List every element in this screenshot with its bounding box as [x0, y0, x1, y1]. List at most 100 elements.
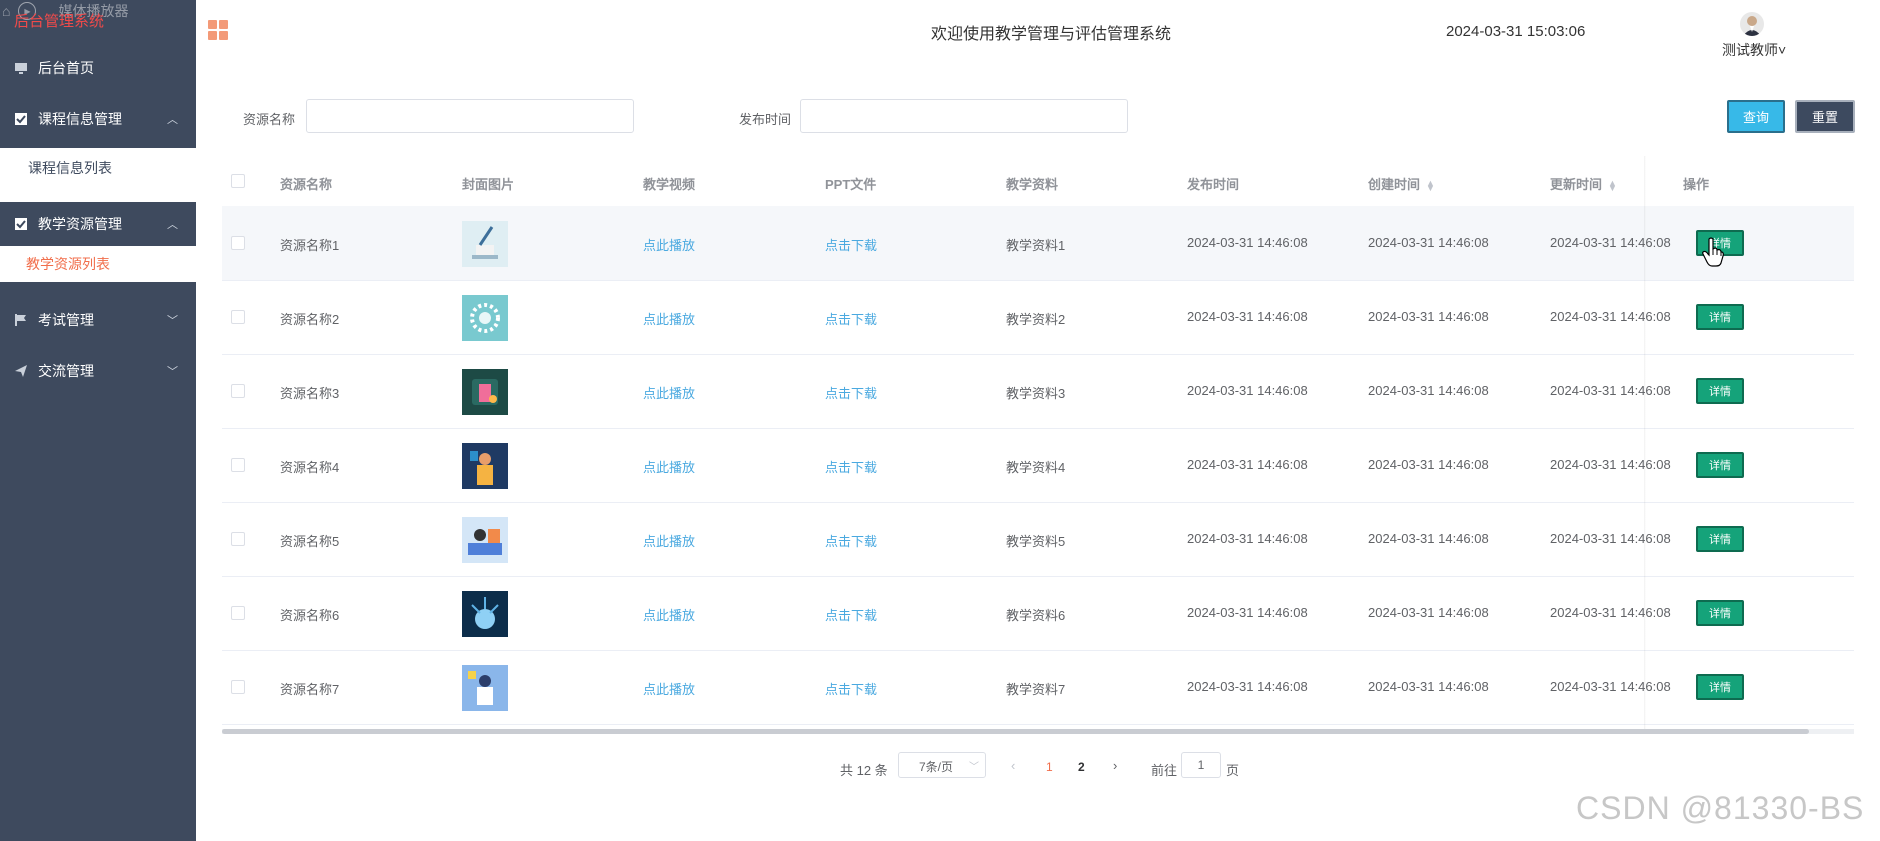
main-content: 欢迎使用教学管理与评估管理系统 2024-03-31 15:03:06 测试教师…	[196, 0, 1880, 841]
page-size-select[interactable]: 7条/页 ﹀	[898, 752, 986, 778]
play-video-link[interactable]: 点此播放	[643, 457, 695, 476]
created-time-cell: 2024-03-31 14:46:08	[1368, 679, 1489, 694]
cover-image-thumbnail[interactable]	[462, 369, 508, 415]
sidebar-item-label: 交流管理	[38, 363, 94, 379]
table-row[interactable]: 资源名称5 点此播放 点击下载 教学资料5 2024-03-31 14:46:08 202…	[222, 502, 1854, 577]
search-bar: 资源名称 发布时间 查询 重置	[196, 97, 1880, 137]
publish-time-cell: 2024-03-31 14:46:08	[1187, 383, 1308, 398]
page-number-2[interactable]: 2	[1078, 760, 1085, 774]
row-checkbox[interactable]	[231, 236, 245, 250]
fixed-column-shadow	[1644, 156, 1646, 731]
created-time-cell: 2024-03-31 14:46:08	[1368, 605, 1489, 620]
goto-page-input[interactable]: 1	[1181, 752, 1221, 778]
welcome-text: 欢迎使用教学管理与评估管理系统	[931, 26, 1172, 43]
download-ppt-link[interactable]: 点击下载	[825, 457, 877, 476]
download-ppt-link[interactable]: 点击下载	[825, 679, 877, 698]
column-header: 发布时间	[1187, 177, 1240, 192]
cover-image-thumbnail[interactable]	[462, 221, 508, 267]
reset-button[interactable]: 重置	[1795, 100, 1855, 133]
sidebar-item-exam-management[interactable]: 考试管理 ﹀	[0, 298, 196, 342]
download-ppt-link[interactable]: 点击下载	[825, 531, 877, 550]
updated-time-cell: 2024-03-31 14:46:08	[1550, 235, 1671, 250]
play-video-link[interactable]: 点此播放	[643, 605, 695, 624]
sidebar-item-resource-list[interactable]: 教学资源列表	[0, 246, 196, 282]
detail-button[interactable]: 详情	[1696, 600, 1744, 626]
table-row[interactable]: 资源名称6 点此播放 点击下载 教学资料6 2024-03-31 14:46:08 202…	[222, 576, 1854, 651]
play-video-link[interactable]: 点此播放	[643, 383, 695, 402]
cover-image-thumbnail[interactable]	[462, 443, 508, 489]
play-video-link[interactable]: 点此播放	[643, 679, 695, 698]
table-row[interactable]: 资源名称2 点此播放 点击下载 教学资料2 2024-03-31 14:46:08 202…	[222, 280, 1854, 355]
play-video-link[interactable]: 点此播放	[643, 531, 695, 550]
updated-time-cell: 2024-03-31 14:46:08	[1550, 457, 1671, 472]
user-menu[interactable]: 测试教师˅	[1722, 40, 1786, 60]
updated-time-cell: 2024-03-31 14:46:08	[1550, 605, 1671, 620]
material-cell: 教学资料3	[1006, 386, 1066, 401]
home-icon[interactable]: ⌂	[2, 3, 10, 19]
send-icon	[15, 365, 27, 377]
column-header: 操作	[1683, 177, 1710, 192]
next-page-icon[interactable]: ›	[1113, 758, 1117, 773]
publish-time-cell: 2024-03-31 14:46:08	[1187, 531, 1308, 546]
row-checkbox[interactable]	[231, 680, 245, 694]
publish-time-cell: 2024-03-31 14:46:08	[1187, 309, 1308, 324]
detail-button[interactable]: 详情	[1696, 452, 1744, 478]
cover-image-thumbnail[interactable]	[462, 517, 508, 563]
prev-page-icon[interactable]: ‹	[1011, 758, 1015, 773]
column-header-sortable[interactable]: 创建时间 ▲ ▼	[1368, 174, 1435, 193]
download-ppt-link[interactable]: 点击下载	[825, 605, 877, 624]
scrollbar-thumb[interactable]	[222, 729, 1809, 734]
material-cell: 教学资料1	[1006, 238, 1066, 253]
cover-image-thumbnail[interactable]	[462, 591, 508, 637]
sidebar-item-communication-management[interactable]: 交流管理 ﹀	[0, 349, 196, 393]
sidebar-item-course-list[interactable]: 课程信息列表	[0, 146, 196, 190]
row-checkbox[interactable]	[231, 532, 245, 546]
detail-button[interactable]: 详情	[1696, 674, 1744, 700]
download-ppt-link[interactable]: 点击下载	[825, 383, 877, 402]
chevron-down-icon: ﹀	[969, 762, 979, 773]
sort-caret-icon[interactable]: ▲ ▼	[1608, 178, 1617, 192]
sidebar-item-course-management[interactable]: 课程信息管理 ︿	[0, 97, 196, 141]
play-video-link[interactable]: 点此播放	[643, 309, 695, 328]
table-row[interactable]: 资源名称1 点此播放 点击下载 教学资料1 2024-03-31 14:46:08 202…	[222, 206, 1854, 281]
page-number-1[interactable]: 1	[1046, 760, 1053, 774]
material-cell: 教学资料4	[1006, 460, 1066, 475]
publish-time-input[interactable]	[800, 99, 1128, 133]
detail-button[interactable]: 详情	[1696, 304, 1744, 330]
sidebar-item-label: 后台首页	[38, 60, 94, 76]
sidebar: ⌂ ▶ 媒体播放器 后台管理系统 后台首页 课程信息管理 ︿ 课程信息列表 教学…	[0, 0, 196, 841]
sidebar-item-home[interactable]: 后台首页	[0, 46, 196, 90]
material-cell: 教学资料5	[1006, 534, 1066, 549]
row-checkbox[interactable]	[231, 458, 245, 472]
sidebar-item-resource-management[interactable]: 教学资源管理 ︿	[0, 202, 196, 246]
created-time-cell: 2024-03-31 14:46:08	[1368, 309, 1489, 324]
query-button[interactable]: 查询	[1727, 100, 1785, 133]
detail-button[interactable]: 详情	[1696, 526, 1744, 552]
sort-caret-icon[interactable]: ▲ ▼	[1426, 178, 1435, 192]
column-header: 封面图片	[462, 177, 515, 192]
material-cell: 教学资料7	[1006, 682, 1066, 697]
material-cell: 教学资料2	[1006, 312, 1066, 327]
row-checkbox[interactable]	[231, 606, 245, 620]
column-header-sortable[interactable]: 更新时间 ▲ ▼	[1550, 174, 1617, 193]
play-video-link[interactable]: 点此播放	[643, 235, 695, 254]
table-row[interactable]: 资源名称3 点此播放 点击下载 教学资料3 2024-03-31 14:46:08 202…	[222, 354, 1854, 429]
detail-button[interactable]: 详情	[1696, 378, 1744, 404]
sidebar-item-label: 考试管理	[38, 312, 94, 328]
download-ppt-link[interactable]: 点击下载	[825, 235, 877, 254]
chevron-up-icon: ︿	[167, 114, 178, 126]
horizontal-scrollbar[interactable]	[222, 729, 1854, 734]
avatar[interactable]	[1740, 12, 1764, 36]
grid-menu-icon[interactable]	[208, 20, 228, 40]
cover-image-thumbnail[interactable]	[462, 665, 508, 711]
table-row[interactable]: 资源名称7 点此播放 点击下载 教学资料7 2024-03-31 14:46:08 202…	[222, 650, 1854, 725]
table-row[interactable]: 资源名称4 点此播放 点击下载 教学资料4 2024-03-31 14:46:08 202…	[222, 428, 1854, 503]
row-checkbox[interactable]	[231, 310, 245, 324]
select-all-checkbox[interactable]	[231, 174, 245, 188]
resource-name-input[interactable]	[306, 99, 634, 133]
row-checkbox[interactable]	[231, 384, 245, 398]
sidebar-item-label: 教学资源列表	[26, 256, 110, 272]
pagination-total: 共 12 条	[840, 763, 888, 778]
cover-image-thumbnail[interactable]	[462, 295, 508, 341]
download-ppt-link[interactable]: 点击下载	[825, 309, 877, 328]
